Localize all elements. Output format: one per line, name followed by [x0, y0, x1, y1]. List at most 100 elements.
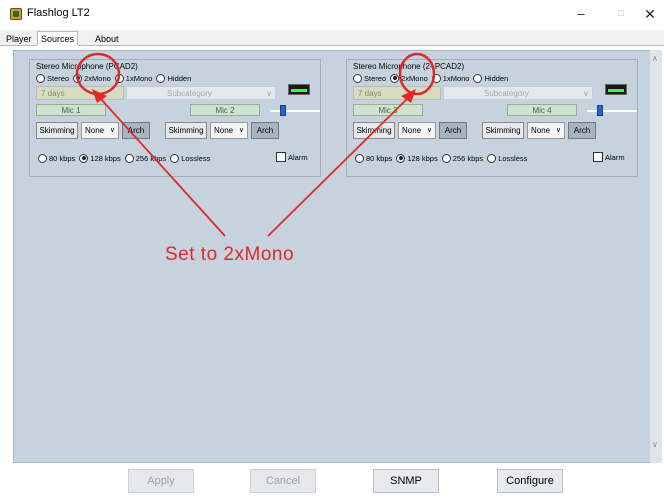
radio-circle — [73, 73, 83, 83]
annotation-label: Set to 2xMono — [165, 244, 295, 265]
format-select-value: None — [402, 126, 422, 135]
alarm-checkbox[interactable]: Alarm — [276, 152, 308, 162]
bitrate-radio-group: 80 kbps 128 kbps 256 kbps Lossless — [38, 152, 210, 164]
radio-hidden[interactable]: Hidden — [473, 73, 508, 83]
radio-label: 128 kbps — [90, 153, 121, 163]
radio-stereo[interactable]: Stereo — [353, 73, 387, 83]
retention-days-field[interactable]: 7 days — [353, 86, 441, 100]
radio-lossless[interactable]: Lossless — [170, 153, 211, 163]
radio-circle — [431, 73, 441, 83]
tab-sources[interactable]: Sources — [37, 31, 79, 46]
source-box-2: Stereo Microphone (2- PCAD2) Stereo 2xMo… — [346, 59, 638, 177]
alarm-checkbox[interactable]: Alarm — [593, 152, 625, 162]
radio-circle — [487, 153, 497, 163]
radio-128kbps[interactable]: 128 kbps — [396, 153, 438, 163]
subcategory-select[interactable]: Subcategory ∨ — [126, 86, 276, 100]
radio-label: 1xMono — [125, 73, 153, 83]
radio-2xmono[interactable]: 2xMono — [390, 73, 428, 83]
radio-label: Lossless — [181, 153, 211, 163]
format-select[interactable]: None ∨ — [210, 122, 248, 139]
radio-circle — [124, 153, 134, 163]
mic-label-a: Mic 3 — [353, 104, 423, 116]
level-meter-icon — [288, 84, 310, 95]
radio-circle — [114, 73, 124, 83]
radio-label: 80 kbps — [49, 153, 76, 163]
configure-button[interactable]: Configure — [497, 469, 563, 493]
arch-button[interactable]: Arch — [251, 122, 279, 139]
gain-slider-thumb[interactable] — [280, 105, 286, 116]
format-select-value: None — [85, 126, 105, 135]
radio-128kbps[interactable]: 128 kbps — [79, 153, 121, 163]
cancel-button[interactable]: Cancel — [250, 469, 316, 493]
title-bar: Flashlog LT2 – □ ✕ — [0, 0, 664, 28]
format-select[interactable]: None ∨ — [398, 122, 436, 139]
radio-circle — [170, 153, 180, 163]
radio-80kbps[interactable]: 80 kbps — [355, 153, 393, 163]
checkbox-box — [593, 152, 603, 162]
mic-label-b: Mic 2 — [190, 104, 260, 116]
arch-button[interactable]: Arch — [568, 122, 596, 139]
retention-days-field[interactable]: 7 days — [36, 86, 124, 100]
format-select[interactable]: None ∨ — [527, 122, 565, 139]
skimming-button[interactable]: Skimming — [482, 122, 524, 139]
gain-slider-track[interactable] — [587, 110, 637, 112]
skimming-button[interactable]: Skimming — [353, 122, 395, 139]
vertical-scrollbar[interactable] — [650, 50, 662, 463]
radio-lossless[interactable]: Lossless — [487, 153, 527, 163]
bitrate-radio-group: 80 kbps 128 kbps 256 kbps Lossless — [355, 152, 527, 164]
level-meter-icon — [605, 84, 627, 95]
radio-circle — [79, 153, 89, 163]
radio-256kbps[interactable]: 256 kbps — [441, 153, 484, 163]
chevron-down-icon: ∨ — [266, 89, 272, 98]
radio-label: 2xMono — [401, 73, 428, 83]
source-title: Stereo Microphone (2- PCAD2) — [353, 62, 465, 71]
subcategory-select[interactable]: Subcategory ∨ — [443, 86, 593, 100]
radio-stereo[interactable]: Stereo — [36, 73, 70, 83]
radio-80kbps[interactable]: 80 kbps — [38, 153, 76, 163]
close-button[interactable]: ✕ — [635, 4, 664, 24]
mic-label-b: Mic 4 — [507, 104, 577, 116]
maximize-button[interactable]: □ — [606, 4, 636, 24]
radio-label: 1xMono — [442, 73, 470, 83]
radio-circle — [396, 153, 406, 163]
subcategory-placeholder: Subcategory — [484, 89, 529, 98]
snmp-button[interactable]: SNMP — [373, 469, 439, 493]
skimming-button[interactable]: Skimming — [36, 122, 78, 139]
format-select[interactable]: None ∨ — [81, 122, 119, 139]
radio-2xmono[interactable]: 2xMono — [73, 73, 111, 83]
radio-label: Stereo — [364, 73, 387, 83]
alarm-label: Alarm — [288, 152, 308, 162]
radio-1xmono[interactable]: 1xMono — [431, 73, 470, 83]
radio-label: Stereo — [47, 73, 70, 83]
radio-circle — [390, 73, 400, 83]
sources-panel: Stereo Microphone (PCAD2) Stereo 2xMono … — [13, 50, 652, 463]
tab-about[interactable]: About — [91, 31, 123, 46]
arch-button[interactable]: Arch — [439, 122, 467, 139]
gain-slider-track[interactable] — [270, 110, 320, 112]
chevron-down-icon: ∨ — [583, 89, 589, 98]
window-title: Flashlog LT2 — [27, 7, 90, 19]
tab-player[interactable]: Player — [2, 31, 36, 46]
radio-label: 256 kbps — [135, 153, 167, 163]
apply-button[interactable]: Apply — [128, 469, 194, 493]
radio-label: 256 kbps — [452, 153, 484, 163]
chevron-down-icon: ∨ — [238, 127, 244, 134]
source-box-1: Stereo Microphone (PCAD2) Stereo 2xMono … — [29, 59, 321, 177]
subcategory-placeholder: Subcategory — [167, 89, 212, 98]
scroll-down-icon[interactable]: ∨ — [652, 440, 658, 449]
app-icon — [10, 8, 22, 20]
source-title: Stereo Microphone (PCAD2) — [36, 62, 138, 71]
mic-label-a: Mic 1 — [36, 104, 106, 116]
radio-label: 80 kbps — [366, 153, 393, 163]
radio-1xmono[interactable]: 1xMono — [114, 73, 153, 83]
alarm-label: Alarm — [605, 152, 625, 162]
gain-slider-thumb[interactable] — [597, 105, 603, 116]
radio-hidden[interactable]: Hidden — [156, 73, 191, 83]
skimming-button[interactable]: Skimming — [165, 122, 207, 139]
scroll-up-icon[interactable]: ∧ — [652, 54, 658, 63]
radio-256kbps[interactable]: 256 kbps — [124, 153, 167, 163]
minimize-button[interactable]: – — [566, 4, 596, 24]
chevron-down-icon: ∨ — [426, 127, 432, 134]
radio-circle — [355, 153, 364, 163]
arch-button[interactable]: Arch — [122, 122, 150, 139]
